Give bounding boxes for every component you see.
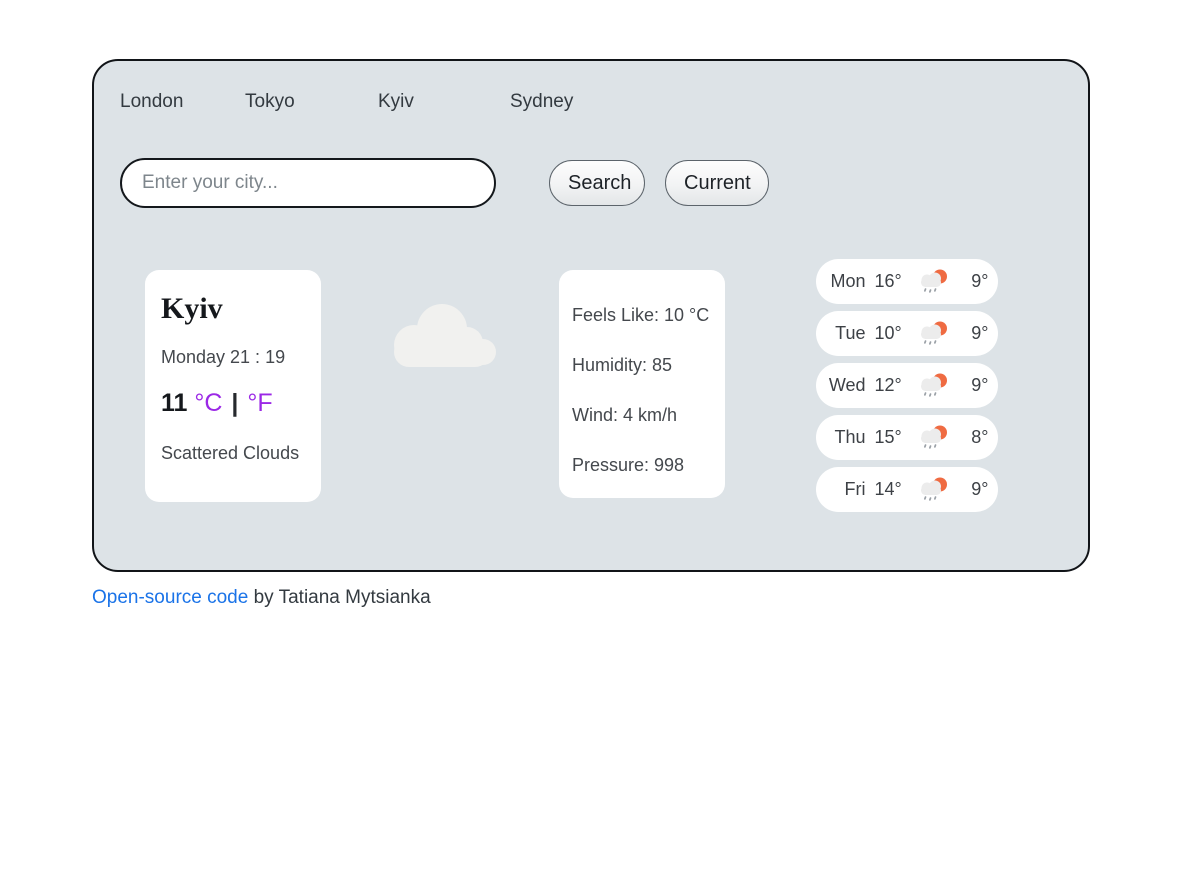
weather-app-panel: London Tokyo Kyiv Sydney Search Current …	[92, 59, 1090, 572]
forecast-list: Mon 16° 9° Tue 10° 9° Wed 12° 9° Thu 15°…	[816, 259, 998, 519]
current-weather-description: Scattered Clouds	[161, 443, 300, 463]
search-button[interactable]: Search	[549, 160, 645, 206]
forecast-row: Thu 15° 8°	[816, 415, 998, 460]
forecast-max-temp: 12°	[874, 375, 902, 395]
forecast-max-temp: 15°	[874, 427, 902, 447]
forecast-max-temp: 10°	[874, 323, 902, 343]
current-temperature-row: 11 °C | °F	[161, 388, 321, 418]
sun-behind-rain-cloud-icon	[917, 320, 951, 348]
forecast-day-label: Mon	[830, 271, 866, 291]
forecast-day-label: Tue	[835, 323, 866, 343]
open-source-code-link[interactable]: Open-source code	[92, 587, 248, 608]
search-input[interactable]	[120, 158, 496, 208]
current-temperature-value: 11	[161, 389, 188, 417]
city-link-kyiv[interactable]: Kyiv	[378, 89, 414, 115]
sun-behind-rain-cloud-icon	[917, 476, 951, 504]
forecast-row: Tue 10° 9°	[816, 311, 998, 356]
current-city-name: Kyiv	[161, 292, 223, 325]
unit-celsius-link[interactable]: °C	[194, 389, 222, 417]
city-link-london[interactable]: London	[120, 89, 183, 115]
unit-fahrenheit-link[interactable]: °F	[247, 389, 272, 417]
forecast-row: Mon 16° 9°	[816, 259, 998, 304]
cloud-icon	[390, 301, 506, 375]
forecast-min-temp: 9°	[971, 479, 989, 499]
city-link-tokyo[interactable]: Tokyo	[245, 89, 295, 115]
sun-behind-rain-cloud-icon	[917, 372, 951, 400]
forecast-min-temp: 9°	[971, 271, 989, 291]
sun-behind-rain-cloud-icon	[917, 424, 951, 452]
city-quick-links: London Tokyo Kyiv Sydney	[120, 89, 720, 115]
forecast-day-label: Wed	[828, 375, 866, 395]
forecast-day-label: Thu	[834, 427, 866, 447]
forecast-min-temp: 9°	[971, 323, 989, 343]
forecast-max-temp: 16°	[874, 271, 902, 291]
weather-details-card: Feels Like: 10 °C Humidity: 85 Wind: 4 k…	[559, 270, 725, 498]
footer-credit: by Tatiana Mytsianka	[248, 587, 431, 608]
sun-behind-rain-cloud-icon	[917, 268, 951, 296]
forecast-row: Fri 14° 9°	[816, 467, 998, 512]
footer: Open-source code by Tatiana Mytsianka	[92, 586, 431, 610]
forecast-day-label: Fri	[844, 479, 866, 499]
detail-feels-like: Feels Like: 10 °C	[572, 305, 710, 325]
forecast-min-temp: 9°	[971, 375, 989, 395]
unit-separator: |	[231, 389, 239, 417]
current-location-button[interactable]: Current	[665, 160, 769, 206]
forecast-min-temp: 8°	[971, 427, 989, 447]
forecast-max-temp: 14°	[874, 479, 902, 499]
current-date: Monday 21 : 19	[161, 347, 286, 367]
detail-wind: Wind: 4 km/h	[572, 405, 678, 425]
current-weather-card: Kyiv Monday 21 : 19 11 °C | °F Scattered…	[145, 270, 321, 502]
forecast-row: Wed 12° 9°	[816, 363, 998, 408]
detail-pressure: Pressure: 998	[572, 455, 685, 475]
detail-humidity: Humidity: 85	[572, 355, 673, 375]
city-link-sydney[interactable]: Sydney	[510, 89, 573, 115]
